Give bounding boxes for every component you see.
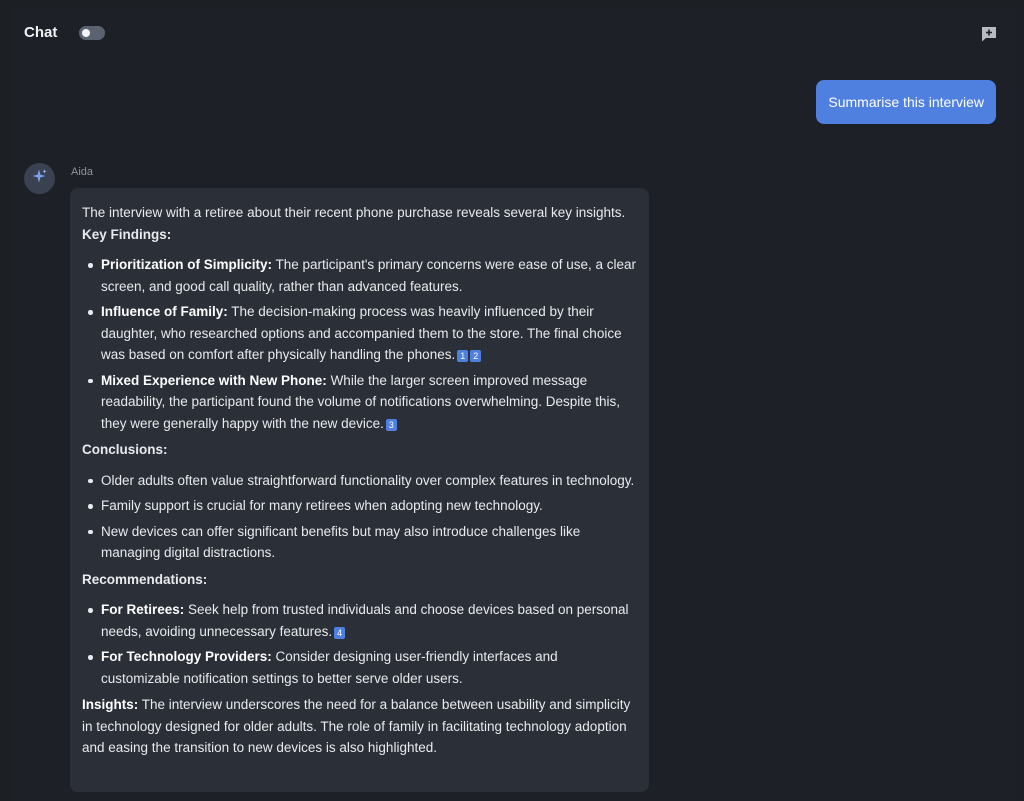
recommendation-title: For Retirees:	[101, 602, 185, 617]
list-item: For Technology Providers: Consider desig…	[88, 646, 637, 689]
finding-title: Mixed Experience with New Phone:	[101, 372, 327, 388]
citation-badge[interactable]: 4	[334, 626, 346, 639]
list-item: For Retirees: Seek help from trusted ind…	[88, 599, 637, 642]
list-item: Family support is crucial for many retir…	[88, 495, 637, 517]
citation-badge[interactable]: 1	[457, 350, 469, 362]
summary-intro: The interview with a retiree about their…	[82, 205, 626, 220]
list-item: Prioritization of Simplicity: The partic…	[88, 254, 637, 297]
finding-title: Prioritization of Simplicity:	[101, 257, 273, 272]
insights-paragraph: Insights: The interview underscores the …	[82, 694, 637, 759]
insights-text: The interview underscores the need for a…	[82, 697, 631, 755]
toggle-knob	[82, 28, 91, 37]
user-message-bubble: Summarise this interview	[816, 80, 996, 124]
list-item: Older adults often value straightforward…	[88, 470, 637, 492]
sparkle-icon	[31, 168, 48, 190]
list-item: Mixed Experience with New Phone: While t…	[88, 370, 637, 435]
chat-title: Chat	[24, 24, 58, 41]
assistant-message-bubble: The interview with a retiree about their…	[70, 188, 649, 792]
recommendations-list: For Retirees: Seek help from trusted ind…	[82, 599, 637, 689]
citation-badge[interactable]: 3	[385, 418, 397, 431]
list-item: New devices can offer significant benefi…	[88, 521, 637, 564]
conclusions-list: Older adults often value straightforward…	[82, 470, 637, 564]
conclusions-heading: Conclusions:	[82, 442, 168, 457]
chat-toggle-switch[interactable]	[79, 25, 106, 40]
new-chat-icon[interactable]	[980, 25, 998, 43]
finding-title: Influence of Family:	[101, 304, 228, 319]
key-findings-heading: Key Findings:	[82, 226, 172, 242]
key-findings-list: Prioritization of Simplicity: The partic…	[82, 254, 637, 434]
assistant-name: Aida	[71, 166, 94, 178]
recommendations-heading: Recommendations:	[82, 571, 208, 587]
assistant-avatar	[24, 163, 55, 194]
recommendation-title: For Technology Providers:	[101, 649, 272, 664]
chat-header: Chat	[24, 24, 106, 41]
user-message-text: Summarise this interview	[828, 94, 984, 110]
list-item: Influence of Family: The decision-making…	[88, 301, 637, 366]
insights-title: Insights:	[82, 697, 139, 712]
citation-badge[interactable]: 2	[470, 350, 482, 362]
